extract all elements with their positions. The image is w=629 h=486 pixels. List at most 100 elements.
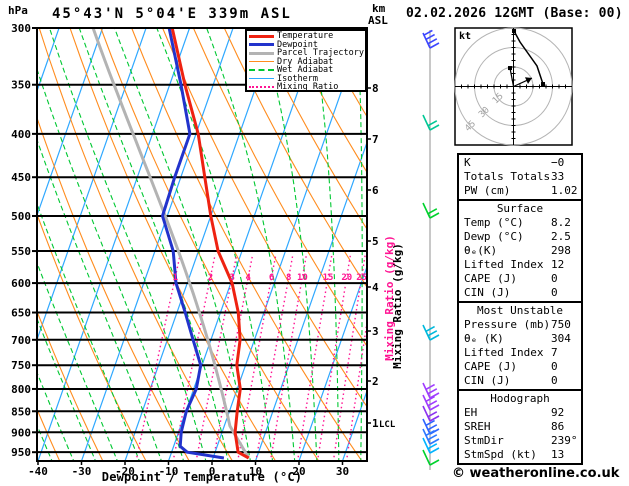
footer-credit: © weatheronline.co.uk bbox=[452, 466, 620, 481]
svg-text:2: 2 bbox=[208, 273, 213, 283]
table-row: StmSpd (kt) 13 bbox=[459, 448, 581, 462]
stats-table-hodograph: Hodograph EH 92 SREH 86 StmDir 239° StmSpd (kt)… bbox=[457, 389, 583, 465]
stat-label: CAPE (J) bbox=[464, 272, 517, 285]
hodo-marker bbox=[507, 66, 512, 71]
svg-text:900: 900 bbox=[11, 426, 31, 439]
stat-value: 86 bbox=[551, 420, 565, 433]
svg-text:15: 15 bbox=[323, 273, 334, 283]
station-title: 45°43'N 5°04'E 339m ASL bbox=[52, 6, 292, 22]
stat-label: PW (cm) bbox=[464, 184, 511, 197]
svg-text:350: 350 bbox=[11, 79, 31, 92]
legend-label: Mixing Ratio bbox=[277, 82, 339, 92]
stat-value: 13 bbox=[551, 448, 565, 461]
svg-text:6: 6 bbox=[372, 184, 379, 197]
stat-value: 0 bbox=[551, 286, 558, 299]
svg-text:4: 4 bbox=[372, 281, 379, 294]
stats-table-surface: Surface Temp (°C) 8.2 Dewp (°C) 2.5 θₑ(K) 298 L… bbox=[457, 199, 583, 303]
table-row: Lifted Index 12 bbox=[459, 258, 581, 272]
pressure-unit-label: hPa bbox=[8, 4, 28, 17]
table-row: CIN (J) 0 bbox=[459, 374, 581, 388]
table-row: StmDir 239° bbox=[459, 434, 581, 448]
stat-value: 2.5 bbox=[551, 230, 571, 243]
stat-label: CAPE (J) bbox=[464, 360, 517, 373]
stat-label: Lifted Index bbox=[464, 346, 544, 359]
svg-text:650: 650 bbox=[11, 307, 31, 320]
stat-value: 298 bbox=[551, 244, 571, 257]
svg-text:10: 10 bbox=[297, 273, 308, 283]
pressure-tick-labels: 300 350 400 450 500 550 600 650 700 750 800 850 900 9… bbox=[11, 22, 37, 459]
stat-label: SREH bbox=[464, 420, 491, 433]
stat-value: 8.2 bbox=[551, 216, 571, 229]
stat-label: Totals Totals bbox=[464, 170, 551, 183]
legend-swatch-isotherm bbox=[249, 78, 274, 80]
wind-barb bbox=[422, 324, 440, 341]
svg-text:7: 7 bbox=[372, 133, 379, 146]
table-row: Dewp (°C) 2.5 bbox=[459, 230, 581, 244]
stat-value: 92 bbox=[551, 406, 565, 419]
wind-barb bbox=[422, 114, 440, 131]
svg-text:6: 6 bbox=[269, 273, 274, 283]
svg-text:600: 600 bbox=[11, 277, 31, 290]
stat-value: 0 bbox=[551, 272, 558, 285]
stat-value: 12 bbox=[551, 258, 565, 271]
stat-value: 0 bbox=[551, 374, 558, 387]
table-row: Lifted Index 7 bbox=[459, 346, 581, 360]
table-row: θₑ(K) 298 bbox=[459, 244, 581, 258]
svg-text:700: 700 bbox=[11, 334, 31, 347]
wind-barb bbox=[422, 405, 440, 422]
stat-value: 7 bbox=[551, 346, 558, 359]
stat-label: Dewp (°C) bbox=[464, 230, 524, 243]
svg-text:500: 500 bbox=[11, 210, 31, 223]
svg-text:4: 4 bbox=[246, 273, 252, 283]
table-row: CIN (J) 0 bbox=[459, 286, 581, 300]
svg-text:450: 450 bbox=[11, 171, 31, 184]
stat-label: Lifted Index bbox=[464, 258, 544, 271]
hodo-marker bbox=[512, 28, 517, 33]
datetime-label: 02.02.2026 12GMT (Base: 00) bbox=[406, 6, 623, 21]
stat-value: 1.02 bbox=[551, 184, 578, 197]
svg-text:550: 550 bbox=[11, 245, 31, 258]
table-row: SREH 86 bbox=[459, 420, 581, 434]
altitude-unit-asl: ASL bbox=[368, 14, 388, 27]
stat-label: θₑ(K) bbox=[464, 244, 498, 257]
svg-text:25: 25 bbox=[356, 273, 367, 283]
svg-text:20: 20 bbox=[341, 273, 352, 283]
svg-text:950: 950 bbox=[11, 446, 31, 459]
stat-value: 304 bbox=[551, 332, 571, 345]
svg-text:300: 300 bbox=[11, 22, 31, 35]
stat-label: CIN (J) bbox=[464, 374, 511, 387]
stat-label: StmDir bbox=[464, 434, 504, 447]
stat-label: Temp (°C) bbox=[464, 216, 524, 229]
wind-barb bbox=[422, 29, 440, 49]
wind-barb bbox=[422, 202, 440, 219]
stats-table-most-unstable: Most Unstable Pressure (mb) 750 θₑ (K) 304 Li… bbox=[457, 301, 583, 391]
legend-swatch-parcel bbox=[249, 51, 274, 55]
svg-text:3: 3 bbox=[230, 273, 235, 283]
table-row: K −0 bbox=[459, 156, 581, 170]
table-row: EH 92 bbox=[459, 406, 581, 420]
stat-label: StmSpd (kt) bbox=[464, 448, 537, 461]
table-row: CAPE (J) 0 bbox=[459, 272, 581, 286]
plot-border bbox=[36, 27, 368, 462]
stats-panel: K −0 Totals Totals 33 PW (cm) 1.02 Surface Temp… bbox=[457, 153, 583, 465]
table-row: CAPE (J) 0 bbox=[459, 360, 581, 374]
stat-label: Pressure (mb) bbox=[464, 318, 551, 331]
table-row: Totals Totals 33 bbox=[459, 170, 581, 184]
legend-item: Mixing Ratio bbox=[249, 83, 365, 92]
stat-value: 750 bbox=[551, 318, 571, 331]
wind-barbs bbox=[422, 29, 440, 470]
table-row: PW (cm) 1.02 bbox=[459, 184, 581, 198]
legend: Temperature Dewpoint Parcel Trajectory Dry … bbox=[245, 29, 367, 92]
stat-label: K bbox=[464, 156, 471, 169]
hodo-unit-label: kt bbox=[459, 31, 471, 42]
hodograph: 153045kt bbox=[454, 27, 573, 146]
legend-swatch-dewpoint bbox=[249, 43, 274, 47]
legend-swatch-wet_adiabat bbox=[249, 69, 274, 72]
svg-text:850: 850 bbox=[11, 405, 31, 418]
stats-table-summary: K −0 Totals Totals 33 PW (cm) 1.02 bbox=[457, 153, 583, 201]
stat-value: −0 bbox=[551, 156, 565, 169]
table-row: Pressure (mb) 750 bbox=[459, 318, 581, 332]
svg-text:3: 3 bbox=[372, 325, 379, 338]
table-row: θₑ (K) 304 bbox=[459, 332, 581, 346]
svg-text:400: 400 bbox=[11, 128, 31, 141]
